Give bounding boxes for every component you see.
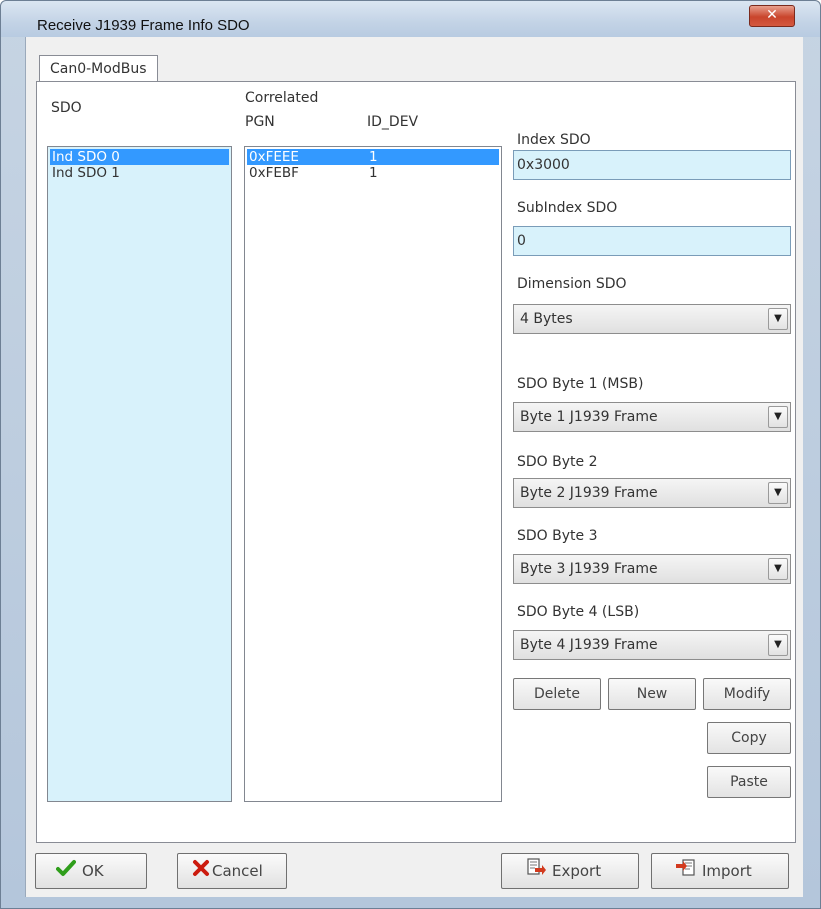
byte1-value: Byte 1 J1939 Frame	[520, 409, 658, 425]
byte2-select[interactable]: Byte 2 J1939 Frame ▼	[513, 478, 791, 508]
dialog-window: Receive J1939 Frame Info SDO ✕ Can0-ModB…	[0, 0, 821, 909]
chevron-down-icon[interactable]: ▼	[768, 558, 788, 580]
sdo-list[interactable]: Ind SDO 0 Ind SDO 1	[47, 146, 232, 802]
title-bar[interactable]: Receive J1939 Frame Info SDO ✕	[1, 1, 820, 37]
dialog-client: Can0-ModBus SDO Ind SDO 0 Ind SDO 1 Corr…	[25, 37, 803, 897]
list-item[interactable]: Ind SDO 0	[50, 149, 229, 165]
new-button[interactable]: New	[608, 678, 696, 710]
import-button[interactable]: Import	[651, 853, 789, 889]
check-icon	[56, 855, 76, 889]
export-label: Export	[552, 862, 602, 880]
byte4-select[interactable]: Byte 4 J1939 Frame ▼	[513, 630, 791, 660]
window-title: Receive J1939 Frame Info SDO	[37, 17, 250, 34]
byte2-value: Byte 2 J1939 Frame	[520, 485, 658, 501]
dimension-sdo-value: 4 Bytes	[520, 311, 573, 327]
column-header-id-dev: ID_DEV	[367, 114, 419, 130]
export-icon	[526, 855, 546, 889]
chevron-down-icon[interactable]: ▼	[768, 482, 788, 504]
byte3-label: SDO Byte 3	[517, 528, 598, 544]
chevron-down-icon[interactable]: ▼	[768, 634, 788, 656]
tab-can0-modbus[interactable]: Can0-ModBus	[39, 55, 158, 82]
list-item[interactable]: Ind SDO 1	[50, 165, 229, 181]
close-icon: ✕	[766, 7, 778, 23]
paste-button[interactable]: Paste	[707, 766, 791, 798]
correlated-list[interactable]: 0xFEEE 1 0xFEBF 1	[244, 146, 502, 802]
byte4-label: SDO Byte 4 (LSB)	[517, 604, 640, 620]
ok-label: OK	[82, 862, 104, 880]
index-sdo-field[interactable]: 0x3000	[513, 150, 791, 180]
dimension-sdo-select[interactable]: 4 Bytes ▼	[513, 304, 791, 334]
export-button[interactable]: Export	[501, 853, 639, 889]
correlated-header: Correlated	[245, 90, 319, 106]
import-label: Import	[702, 862, 752, 880]
x-icon	[192, 855, 210, 889]
cancel-label: Cancel	[212, 862, 263, 880]
byte4-value: Byte 4 J1939 Frame	[520, 637, 658, 653]
dimension-sdo-label: Dimension SDO	[517, 276, 627, 292]
byte3-select[interactable]: Byte 3 J1939 Frame ▼	[513, 554, 791, 584]
byte2-label: SDO Byte 2	[517, 454, 598, 470]
delete-button[interactable]: Delete	[513, 678, 601, 710]
tab-panel: SDO Ind SDO 0 Ind SDO 1 Correlated PGN I…	[36, 81, 796, 843]
index-sdo-label: Index SDO	[517, 132, 591, 148]
import-icon	[676, 855, 696, 889]
column-header-pgn: PGN	[245, 114, 275, 130]
ok-button[interactable]: OK	[35, 853, 147, 889]
close-button[interactable]: ✕	[749, 5, 795, 27]
cancel-button[interactable]: Cancel	[177, 853, 287, 889]
copy-button[interactable]: Copy	[707, 722, 791, 754]
byte1-label: SDO Byte 1 (MSB)	[517, 376, 644, 392]
byte1-select[interactable]: Byte 1 J1939 Frame ▼	[513, 402, 791, 432]
chevron-down-icon[interactable]: ▼	[768, 406, 788, 428]
subindex-sdo-field[interactable]: 0	[513, 226, 791, 256]
subindex-sdo-label: SubIndex SDO	[517, 200, 618, 216]
byte3-value: Byte 3 J1939 Frame	[520, 561, 658, 577]
table-row[interactable]: 0xFEBF 1	[247, 165, 499, 181]
table-row[interactable]: 0xFEEE 1	[247, 149, 499, 165]
modify-button[interactable]: Modify	[703, 678, 791, 710]
sdo-header: SDO	[51, 100, 82, 116]
chevron-down-icon[interactable]: ▼	[768, 308, 788, 330]
